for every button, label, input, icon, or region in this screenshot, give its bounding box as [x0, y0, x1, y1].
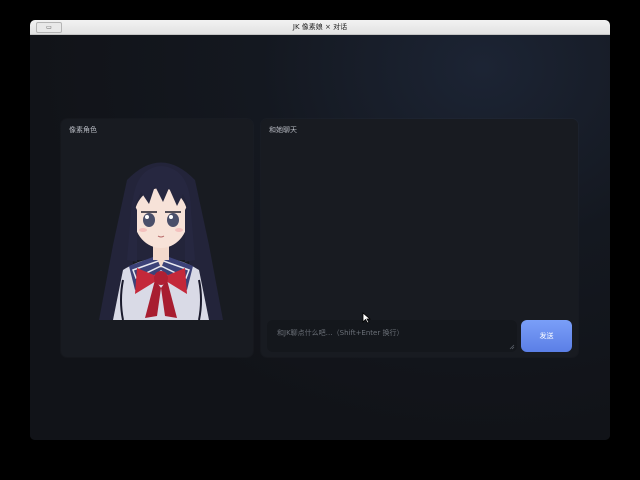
mouse-cursor-icon — [362, 312, 371, 324]
character-avatar — [97, 150, 225, 320]
chat-panel-title: 和她聊天 — [269, 126, 297, 134]
chat-input[interactable]: 和JK聊点什么吧…（Shift+Enter 换行） — [267, 320, 517, 352]
chat-messages — [261, 141, 578, 297]
main-content: 像素角色 和她聊天 和JK聊点什么吧…（Shift+Enter 换行） 发送 — [30, 35, 610, 440]
pixel-girl-image — [99, 162, 223, 320]
resize-handle-icon[interactable] — [509, 344, 515, 350]
chat-input-placeholder: 和JK聊点什么吧…（Shift+Enter 换行） — [277, 329, 404, 337]
send-button[interactable]: 发送 — [521, 320, 572, 352]
window-title: JK 像素娘 × 对话 — [292, 23, 348, 31]
title-bar: ▭ JK 像素娘 × 对话 — [30, 20, 610, 35]
character-panel-title: 像素角色 — [69, 126, 97, 134]
chat-panel: 和她聊天 和JK聊点什么吧…（Shift+Enter 换行） 发送 — [261, 119, 578, 357]
character-panel: 像素角色 — [61, 119, 253, 357]
app-window: ▭ JK 像素娘 × 对话 像素角色 和她聊天 和JK聊点什么吧…（Shift+… — [30, 20, 610, 440]
